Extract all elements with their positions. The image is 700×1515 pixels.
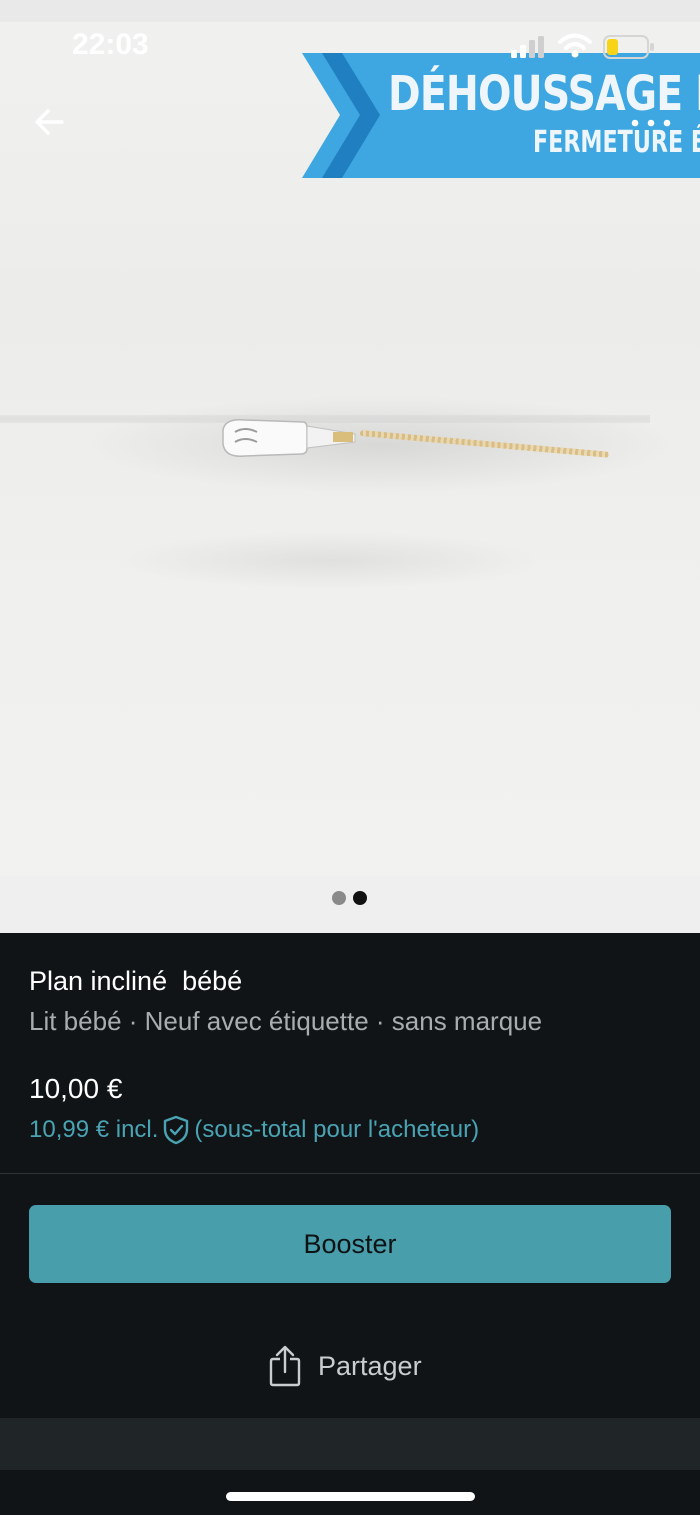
buyer-price: 10,99 € incl. xyxy=(29,1116,159,1143)
buyer-note: (sous-total pour l'acheteur) xyxy=(194,1116,480,1143)
banner-clip: DÉHOUSSAGE FAC FERMETURE ÉC xyxy=(0,0,700,876)
share-label: Partager xyxy=(318,1350,422,1381)
home-indicator[interactable] xyxy=(226,1492,475,1501)
product-photo[interactable]: DÉHOUSSAGE FAC FERMETURE ÉC xyxy=(0,0,700,876)
status-time: 22:03 xyxy=(72,28,149,61)
gallery-pager xyxy=(0,876,700,933)
battery-icon xyxy=(603,35,654,59)
cellular-signal-icon xyxy=(511,36,544,58)
divider xyxy=(0,1173,700,1174)
buyer-price-row[interactable]: 10,99 € incl. (sous-total pour l'acheteu… xyxy=(29,1114,479,1146)
shield-check-icon xyxy=(164,1115,189,1145)
share-icon xyxy=(269,1345,301,1387)
wifi-icon xyxy=(558,33,592,58)
product-details: Lit bébé · Neuf avec étiquette · sans ma… xyxy=(29,1006,543,1036)
pager-dot-1[interactable] xyxy=(332,891,346,905)
product-price: 10,00 € xyxy=(29,1073,123,1104)
booster-button[interactable]: Booster xyxy=(29,1205,671,1283)
pager-dot-2-active[interactable] xyxy=(353,891,367,905)
more-horizontal-icon[interactable] xyxy=(626,108,676,138)
arrow-left-icon[interactable] xyxy=(28,100,72,144)
product-title: Plan incliné bébé xyxy=(29,966,243,996)
bottom-strip xyxy=(0,1418,700,1470)
share-button[interactable]: Partager xyxy=(268,1343,422,1389)
